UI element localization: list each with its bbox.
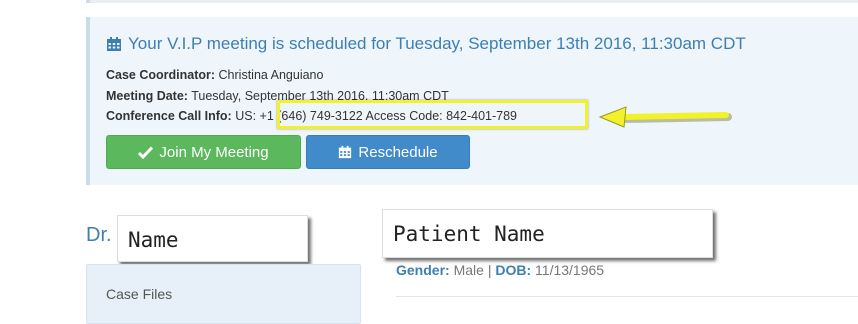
meeting-alert-title: Your V.I.P meeting is scheduled for Tues… xyxy=(106,34,746,54)
conference-call-label: Conference Call Info: xyxy=(106,109,232,123)
coordinator-row: Case Coordinator: Christina Anguiano xyxy=(106,68,323,82)
calendar-icon xyxy=(339,145,352,159)
patient-name-box: Patient Name xyxy=(382,209,713,258)
gender-label: Gender: xyxy=(396,262,450,278)
join-meeting-button[interactable]: Join My Meeting xyxy=(106,135,301,169)
check-icon xyxy=(138,145,154,159)
section-divider xyxy=(396,296,858,297)
case-files-label: Case Files xyxy=(106,286,173,302)
annotation-arrow-icon xyxy=(598,106,732,128)
gender-value: Male xyxy=(453,262,484,278)
dob-value: 11/13/1965 xyxy=(535,262,605,278)
coordinator-value: Christina Anguiano xyxy=(218,68,324,82)
dob-label: DOB: xyxy=(495,262,532,278)
doctor-name-box: Name xyxy=(117,215,308,262)
meeting-date-label: Meeting Date: xyxy=(106,89,188,103)
reschedule-button[interactable]: Reschedule xyxy=(306,135,470,169)
meeting-title-text: Your V.I.P meeting is scheduled for Tues… xyxy=(128,34,746,53)
patient-demographics: Gender: Male | DOB: 11/13/1965 xyxy=(396,262,604,278)
calendar-icon xyxy=(107,37,121,51)
conference-call-prefix: US: xyxy=(235,109,257,123)
demographics-separator: | xyxy=(487,262,492,278)
coordinator-label: Case Coordinator: xyxy=(106,68,216,82)
join-meeting-label: Join My Meeting xyxy=(159,143,269,161)
previous-panel-edge xyxy=(86,0,858,3)
call-info-highlight-box xyxy=(277,100,588,129)
doctor-prefix: Dr. xyxy=(86,224,112,246)
reschedule-label: Reschedule xyxy=(358,143,438,161)
case-files-item[interactable]: Case Files xyxy=(86,264,361,324)
